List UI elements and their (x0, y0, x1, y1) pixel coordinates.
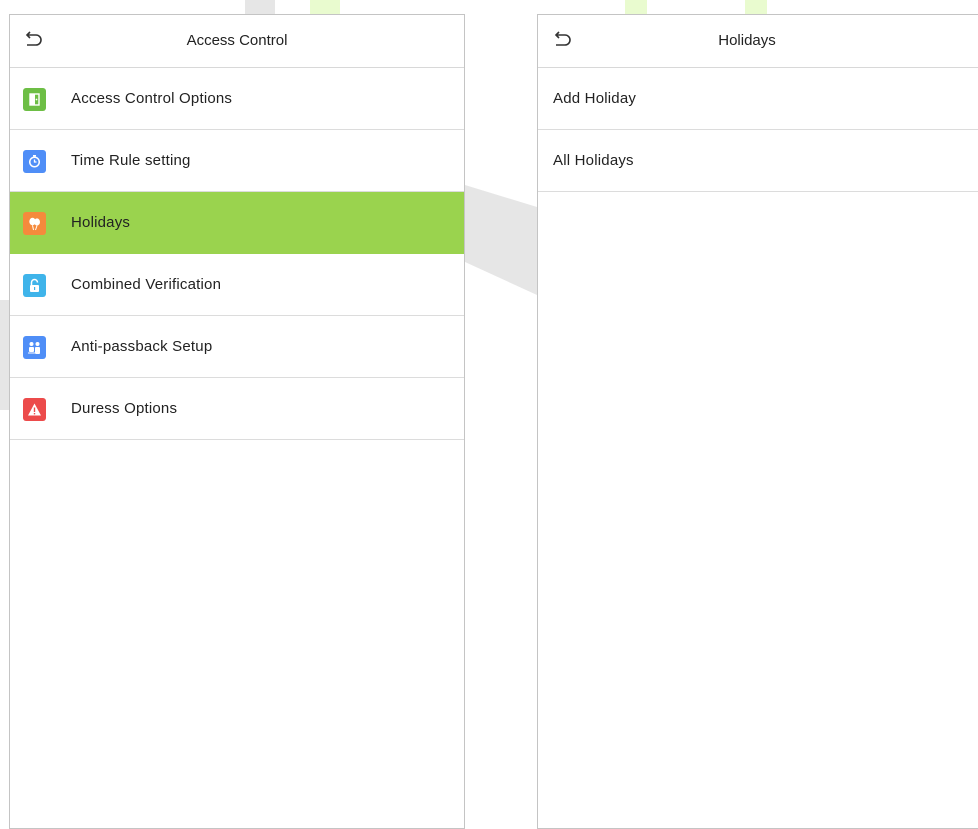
menu-item-anti-passback-setup[interactable]: Anti-passback Setup (10, 316, 464, 378)
menu-item-time-rule-setting[interactable]: Time Rule setting (10, 130, 464, 192)
header: Access Control (10, 15, 464, 68)
people-icon (23, 336, 46, 359)
watermark-shape (465, 185, 537, 295)
menu-item-access-control-options[interactable]: Access Control Options (10, 68, 464, 130)
warning-icon (23, 398, 46, 421)
door-icon (23, 88, 46, 111)
unlock-icon (23, 274, 46, 297)
menu-item-label: Access Control Options (71, 90, 233, 107)
menu-item-label: Time Rule setting (71, 152, 191, 169)
menu-item-add-holiday[interactable]: Add Holiday (538, 68, 978, 130)
clock-icon (23, 150, 46, 173)
page-title: Holidays (718, 32, 776, 49)
watermark-shape (745, 0, 767, 14)
access-control-screen: Access Control Access Control Options Ti… (9, 14, 465, 829)
menu-item-label: Holidays (71, 214, 131, 231)
header: Holidays (538, 15, 978, 68)
menu-item-duress-options[interactable]: Duress Options (10, 378, 464, 440)
page-title: Access Control (186, 32, 288, 49)
menu-item-label: Add Holiday (553, 90, 637, 107)
menu-item-label: Duress Options (71, 400, 178, 417)
menu-item-combined-verification[interactable]: Combined Verification (10, 254, 464, 316)
menu-item-label: Combined Verification (71, 276, 222, 293)
watermark-shape (245, 0, 275, 14)
balloons-icon (23, 212, 46, 235)
menu-item-all-holidays[interactable]: All Holidays (538, 130, 978, 192)
watermark-shape (310, 0, 340, 14)
menu-item-holidays[interactable]: Holidays (10, 192, 464, 254)
menu-item-label: Anti-passback Setup (71, 338, 213, 355)
holidays-screen: Holidays Add Holiday All Holidays (537, 14, 978, 829)
watermark-shape (0, 300, 9, 410)
watermark-shape (625, 0, 647, 14)
menu-item-label: All Holidays (553, 152, 634, 169)
